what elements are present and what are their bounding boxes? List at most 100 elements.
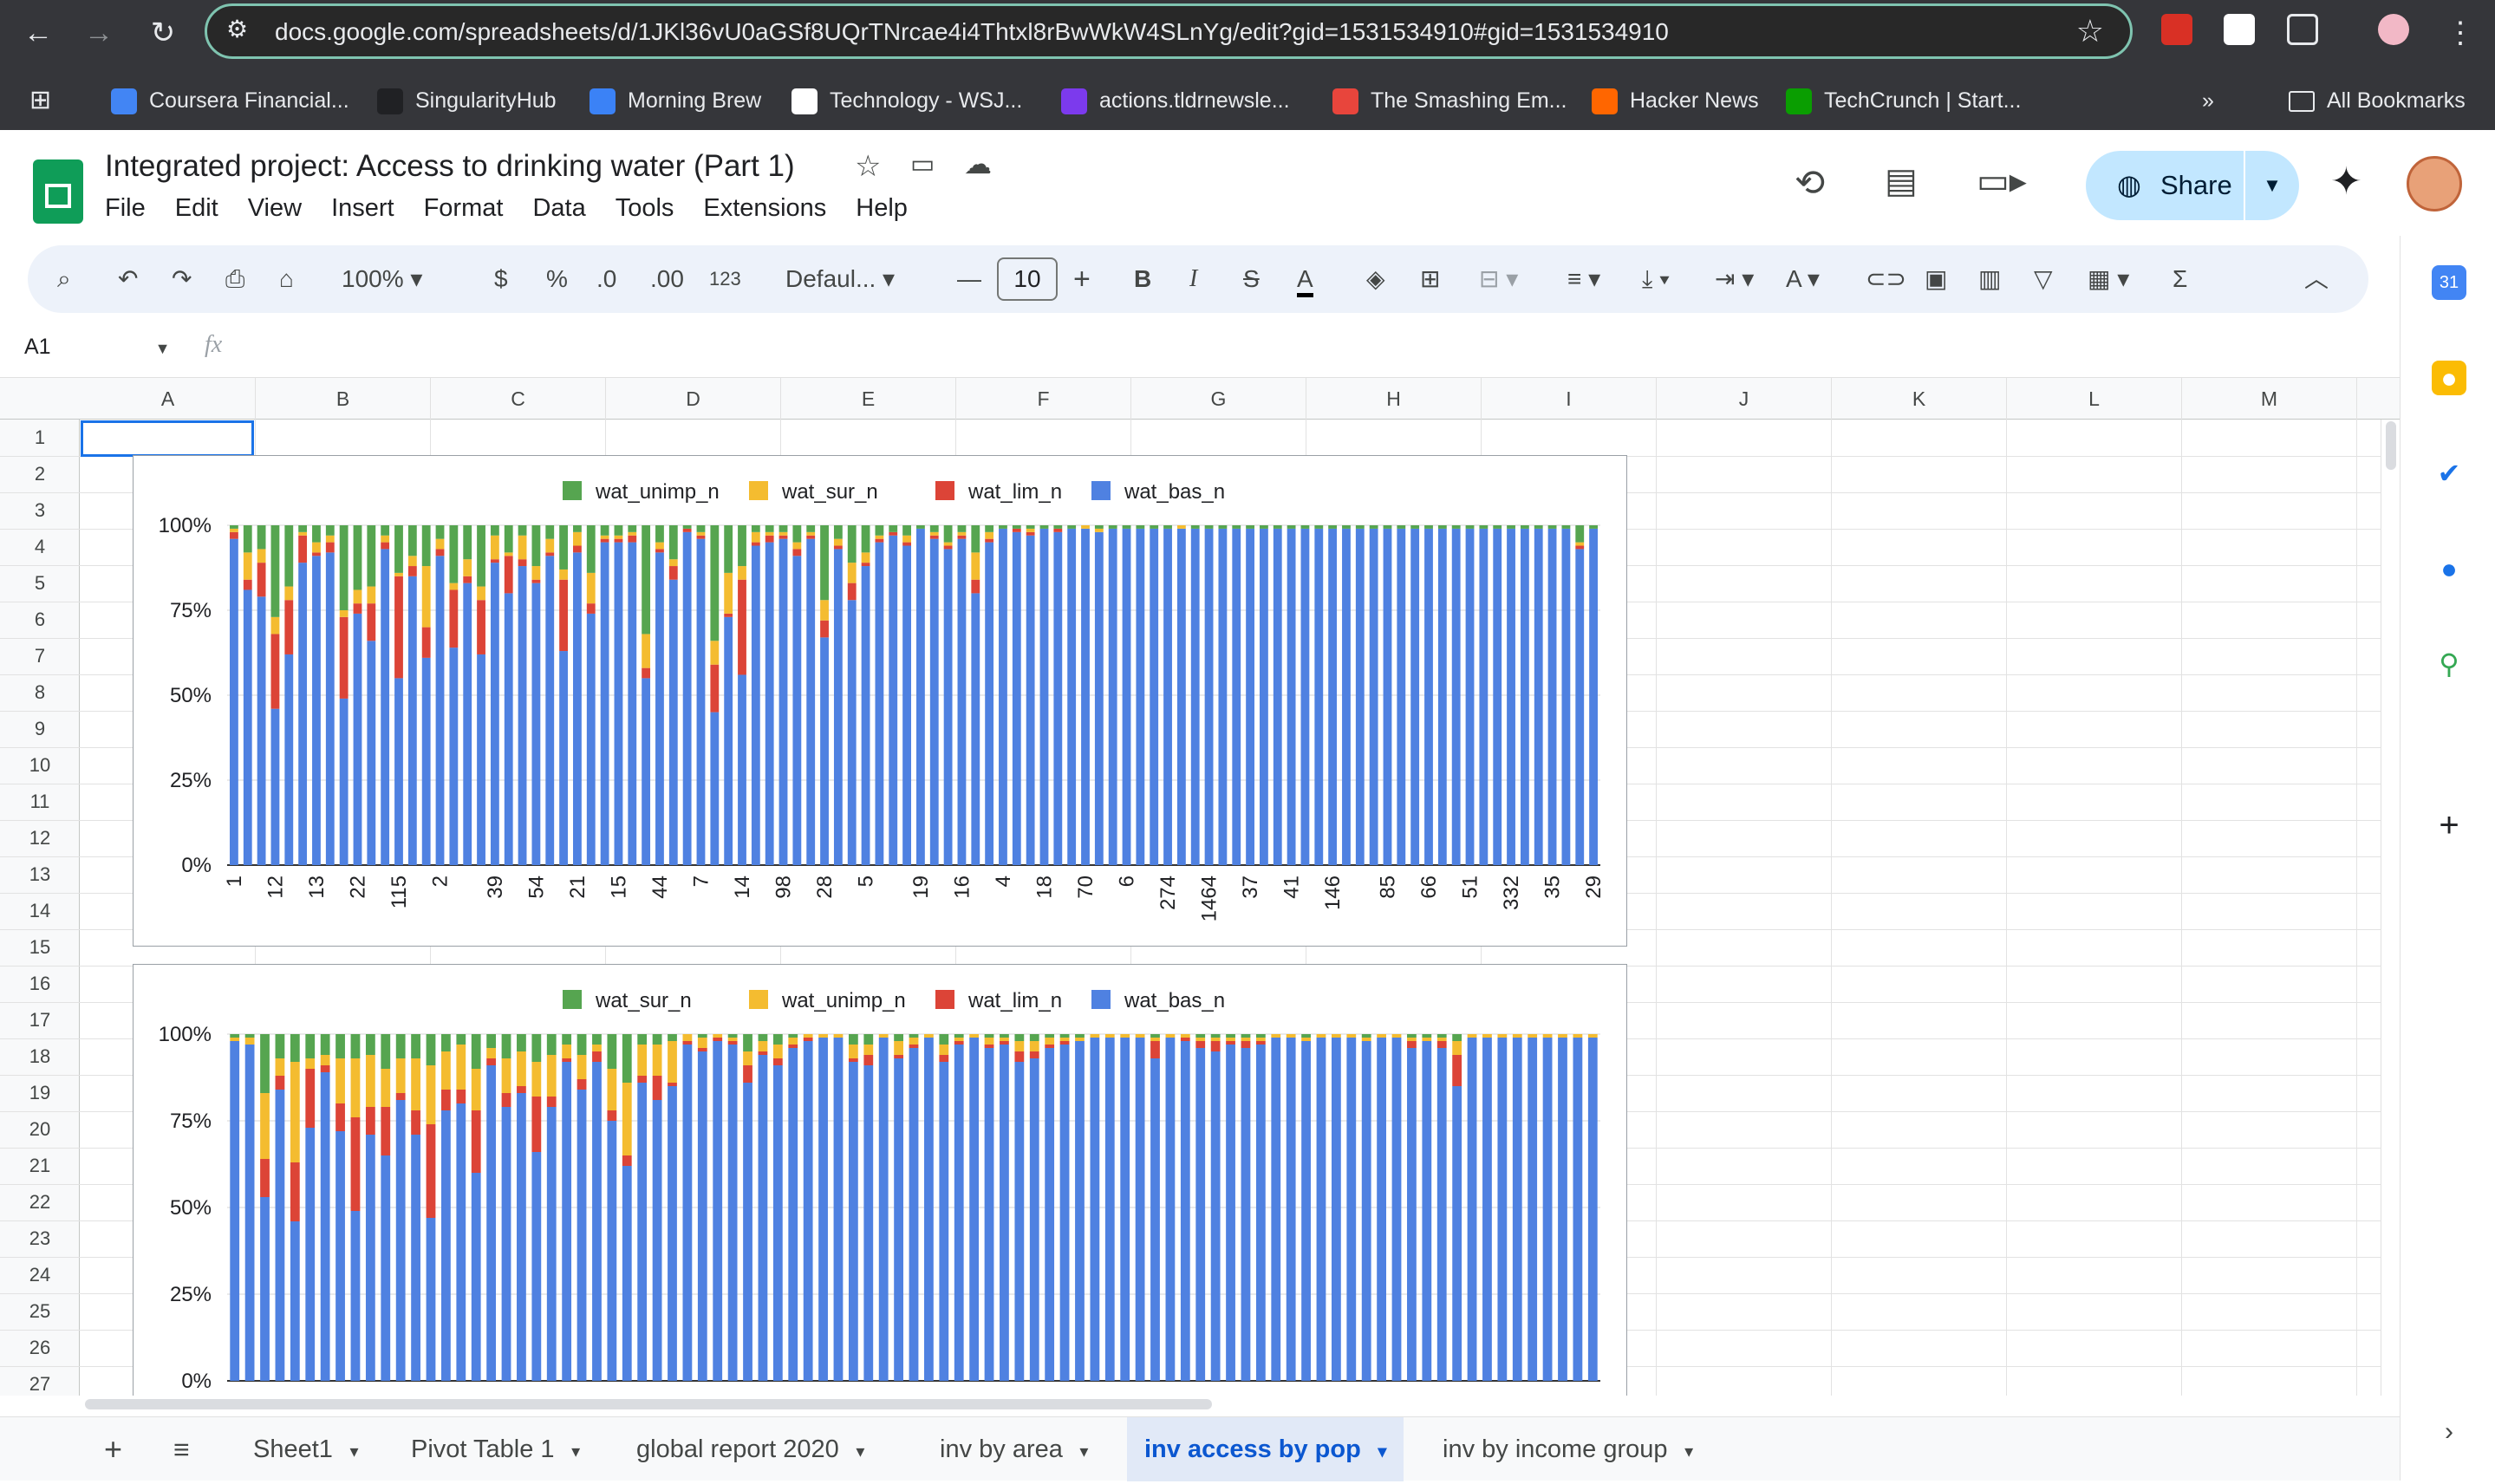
column-header[interactable]: G xyxy=(1131,378,1306,420)
filter-views-icon[interactable]: ▦ ▾ xyxy=(2088,261,2129,297)
collapse-toolbar-icon[interactable]: ︿ xyxy=(2304,261,2329,297)
add-sheet-icon[interactable]: + xyxy=(87,1417,140,1481)
column-header[interactable]: M xyxy=(2182,378,2357,420)
vertical-align-icon[interactable]: ⤓ ▾ xyxy=(1642,261,1670,297)
bookmark-item[interactable]: TechCrunch | Start... xyxy=(1786,85,2021,116)
merge-cells-icon[interactable]: ⊟ ▾ xyxy=(1479,261,1518,297)
text-wrap-icon[interactable]: ⇥ ▾ xyxy=(1715,261,1754,297)
search-menus-icon[interactable]: ⌕ xyxy=(57,261,71,297)
move-folder-icon[interactable]: ▭ xyxy=(910,149,935,179)
print-icon[interactable]: ⎙ xyxy=(225,261,244,297)
maps-icon[interactable]: ⚲ xyxy=(2432,647,2466,681)
keep-icon[interactable]: ● xyxy=(2432,361,2466,395)
row-header[interactable]: 20 xyxy=(0,1118,80,1141)
cloud-status-icon[interactable]: ☁ xyxy=(964,147,992,180)
insert-link-icon[interactable]: ⊂⊃ xyxy=(1866,261,1906,297)
row-header[interactable]: 22 xyxy=(0,1191,80,1214)
percent-format-button[interactable]: % xyxy=(546,261,568,297)
menu-extensions[interactable]: Extensions xyxy=(703,194,826,222)
address-bar[interactable]: ⚙ docs.google.com/spreadsheets/d/1JKl36v… xyxy=(205,3,2133,59)
star-icon[interactable]: ☆ xyxy=(855,149,881,184)
row-header[interactable]: 23 xyxy=(0,1227,80,1250)
horizontal-scrollbar[interactable] xyxy=(80,1396,2400,1413)
vertical-scrollbar[interactable] xyxy=(2381,420,2400,1396)
row-header[interactable]: 7 xyxy=(0,645,80,667)
bookmark-item[interactable]: Technology - WSJ... xyxy=(791,85,1022,116)
row-header[interactable]: 5 xyxy=(0,572,80,595)
version-history-icon[interactable]: ⟲ xyxy=(1795,161,1825,204)
profile-avatar[interactable] xyxy=(2378,14,2409,45)
paint-format-icon[interactable]: ⌂ xyxy=(279,261,294,297)
bookmark-item[interactable]: actions.tldrnewsle... xyxy=(1061,85,1290,116)
column-header[interactable]: J xyxy=(1657,378,1832,420)
row-header[interactable]: 21 xyxy=(0,1155,80,1177)
contacts-icon[interactable]: ● xyxy=(2432,551,2466,586)
name-box[interactable]: A1 ▼ xyxy=(24,335,170,360)
extensions-puzzle-icon[interactable] xyxy=(2287,14,2318,45)
sheet-tab-menu-icon[interactable]: ▾ xyxy=(1075,1442,1088,1461)
row-header[interactable]: 11 xyxy=(0,791,80,813)
row-header[interactable]: 27 xyxy=(0,1373,80,1396)
column-header[interactable]: B xyxy=(256,378,431,420)
gemini-sparkle-icon[interactable]: ✦ xyxy=(2330,159,2362,204)
text-color-icon[interactable]: A xyxy=(1297,261,1313,297)
extension-icon[interactable] xyxy=(2161,14,2192,45)
menu-view[interactable]: View xyxy=(248,194,302,222)
increase-font-size-icon[interactable]: + xyxy=(1073,261,1091,297)
menu-file[interactable]: File xyxy=(105,194,146,222)
more-bookmarks-icon[interactable]: » xyxy=(2202,85,2214,116)
sheet-tab[interactable]: Pivot Table 1 ▾ xyxy=(394,1417,597,1481)
share-button[interactable]: ◍ Share ▼ xyxy=(2086,151,2299,220)
menu-tools[interactable]: Tools xyxy=(616,194,674,222)
menu-edit[interactable]: Edit xyxy=(175,194,218,222)
row-header[interactable]: 6 xyxy=(0,609,80,631)
sheet-tab[interactable]: inv by income group ▾ xyxy=(1425,1417,1710,1481)
bookmark-item[interactable]: SingularityHub xyxy=(377,85,557,116)
spreadsheet-grid[interactable]: ABCDEFGHIJKLM 1 2 3 4 5 6 7 8 9 10 11 12 13 14 15 16 17 1… xyxy=(0,378,2400,1396)
column-header[interactable]: D xyxy=(606,378,781,420)
sheet-tab[interactable]: Sheet1 ▾ xyxy=(236,1417,376,1481)
site-info-icon[interactable]: ⚙ xyxy=(226,15,248,43)
bold-icon[interactable]: B xyxy=(1134,261,1151,297)
bookmark-star-icon[interactable]: ☆ xyxy=(2076,13,2104,49)
bookmark-item[interactable]: Morning Brew xyxy=(590,85,761,116)
column-header[interactable]: I xyxy=(1482,378,1657,420)
redo-icon[interactable]: ↷ xyxy=(172,261,192,297)
apps-grid-icon[interactable]: ⊞ xyxy=(29,85,51,116)
sheet-tab-menu-icon[interactable]: ▾ xyxy=(1680,1442,1693,1461)
font-family-select[interactable]: Defaul... ▾ xyxy=(785,261,895,297)
all-sheets-icon[interactable]: ≡ xyxy=(156,1417,207,1481)
filter-icon[interactable]: ▽ xyxy=(2034,261,2053,297)
menu-insert[interactable]: Insert xyxy=(331,194,394,222)
row-header[interactable]: 2 xyxy=(0,463,80,485)
zoom-select[interactable]: 100% ▾ xyxy=(342,261,422,297)
strikethrough-icon[interactable]: S xyxy=(1243,261,1260,297)
borders-icon[interactable]: ⊞ xyxy=(1420,261,1440,297)
decrease-font-size-icon[interactable]: — xyxy=(957,261,981,297)
row-header[interactable]: 13 xyxy=(0,863,80,886)
italic-icon[interactable]: I xyxy=(1189,261,1197,297)
column-header[interactable]: K xyxy=(1832,378,2007,420)
chart-1[interactable]: wat_unimp_n wat_sur_n wat_lim_n wat_bas_n 0%… xyxy=(133,455,1627,947)
vertical-scroll-thumb[interactable] xyxy=(2386,421,2396,470)
column-header[interactable]: E xyxy=(781,378,956,420)
row-header[interactable]: 3 xyxy=(0,499,80,522)
document-title[interactable]: Integrated project: Access to drinking w… xyxy=(105,149,795,184)
selected-cell-a1[interactable] xyxy=(81,420,254,457)
bookmark-item[interactable]: Hacker News xyxy=(1592,85,1759,116)
row-header[interactable]: 4 xyxy=(0,536,80,558)
bookmark-item[interactable]: The Smashing Em... xyxy=(1332,85,1567,116)
sheets-logo-icon[interactable] xyxy=(33,159,83,224)
bookmark-item[interactable]: Coursera Financial... xyxy=(111,85,349,116)
increase-decimal-button[interactable]: .00 xyxy=(650,261,684,297)
text-rotation-icon[interactable]: A ▾ xyxy=(1786,261,1820,297)
row-header[interactable]: 16 xyxy=(0,973,80,995)
tasks-icon[interactable]: ✔ xyxy=(2432,456,2466,491)
insert-chart-icon[interactable]: ▥ xyxy=(1978,261,2001,297)
share-dropdown-icon[interactable]: ▼ xyxy=(2244,151,2299,220)
sheet-tab-menu-icon[interactable]: ▾ xyxy=(851,1442,864,1461)
extension-icon[interactable] xyxy=(2224,14,2255,45)
row-header[interactable]: 8 xyxy=(0,681,80,704)
number-format-button[interactable]: 123 xyxy=(709,261,741,297)
column-header[interactable]: H xyxy=(1306,378,1482,420)
